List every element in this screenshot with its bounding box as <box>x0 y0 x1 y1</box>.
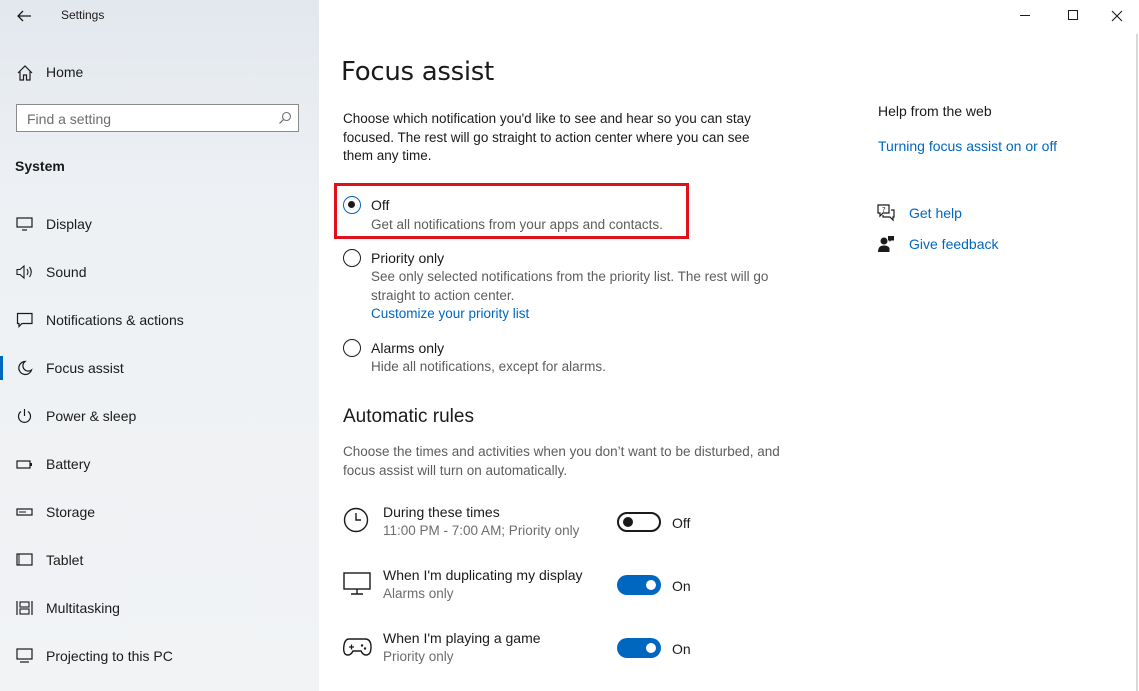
home-nav-link[interactable]: Home <box>46 64 83 80</box>
sidebar-item-label: Notifications & actions <box>46 312 184 328</box>
option-priority-only[interactable]: Priority only See only selected notifica… <box>343 248 803 324</box>
speaker-icon <box>16 264 34 280</box>
option-alarms-only[interactable]: Alarms only Hide all notifications, exce… <box>343 338 763 378</box>
battery-icon <box>16 456 34 472</box>
sidebar-item-sound[interactable]: Sound <box>0 252 319 292</box>
toggle-knob <box>646 580 656 590</box>
give-feedback-link[interactable]: Give feedback <box>909 236 999 252</box>
monitor-icon <box>343 570 371 598</box>
search-icon[interactable] <box>278 111 292 130</box>
radio-alarms-only[interactable] <box>343 339 361 357</box>
option-title: Alarms only <box>371 340 445 356</box>
close-button[interactable] <box>1093 0 1139 32</box>
customize-priority-link[interactable]: Customize your priority list <box>371 306 529 321</box>
feedback-icon <box>876 234 896 254</box>
rules-title: Automatic rules <box>343 406 474 427</box>
radio-priority-only[interactable] <box>343 249 361 267</box>
power-icon <box>16 408 34 424</box>
sidebar-item-label: Power & sleep <box>46 408 137 424</box>
app-title: Settings <box>61 8 105 22</box>
sidebar-item-battery[interactable]: Battery <box>0 444 319 484</box>
sidebar-item-power-sleep[interactable]: Power & sleep <box>0 396 319 436</box>
intro-text: Choose which notification you'd like to … <box>343 111 751 163</box>
toggle-state-label: On <box>672 641 691 657</box>
toggle-duplicating-display[interactable] <box>617 575 661 595</box>
sidebar: Settings Home Find a setting System Disp… <box>0 0 319 691</box>
help-web-link[interactable]: Turning focus assist on or off <box>878 138 1057 154</box>
toggle-state-label: Off <box>672 515 691 531</box>
radio-off[interactable] <box>343 196 361 214</box>
page-title: Focus assist <box>341 57 494 87</box>
tablet-icon <box>16 552 34 568</box>
sidebar-item-tablet[interactable]: Tablet <box>0 540 319 580</box>
clock-icon <box>343 507 371 535</box>
sidebar-item-focus-assist[interactable]: Focus assist <box>0 348 319 388</box>
radio-selected-dot <box>348 201 355 208</box>
rules-desc: Choose the times and activities when you… <box>343 444 780 478</box>
sidebar-item-label: Multitasking <box>46 600 120 616</box>
sidebar-item-storage[interactable]: Storage <box>0 492 319 532</box>
project-icon <box>16 648 34 664</box>
sidebar-item-label: Storage <box>46 504 96 520</box>
sidebar-item-display[interactable]: Display <box>0 204 319 244</box>
multitasking-icon <box>16 600 34 616</box>
search-input[interactable]: Find a setting <box>27 111 111 127</box>
get-help-link[interactable]: Get help <box>909 205 962 221</box>
display-icon <box>16 216 34 232</box>
search-box[interactable]: Find a setting <box>16 104 299 132</box>
rule-title: When I'm duplicating my display <box>383 567 583 583</box>
sidebar-item-label: Tablet <box>46 552 84 568</box>
back-arrow-icon[interactable] <box>14 6 34 26</box>
option-desc: See only selected notifications from the… <box>371 269 769 303</box>
moon-icon <box>16 360 34 376</box>
scrollbar[interactable] <box>1136 34 1138 691</box>
sidebar-item-notifications[interactable]: Notifications & actions <box>0 300 319 340</box>
main-content: Focus assist Choose which notification y… <box>319 0 1139 691</box>
help-title: Help from the web <box>878 103 992 119</box>
notification-icon <box>16 312 34 328</box>
sidebar-item-label: Display <box>46 216 92 232</box>
gamepad-icon <box>342 633 372 661</box>
toggle-knob <box>623 517 633 527</box>
rule-title: When I'm playing a game <box>383 630 541 646</box>
toggle-during-times[interactable] <box>617 512 661 532</box>
selected-indicator <box>0 356 3 380</box>
rule-sub: Alarms only <box>383 586 454 601</box>
sidebar-item-label: Focus assist <box>46 360 124 376</box>
rule-title: During these times <box>383 504 500 520</box>
option-title: Off <box>371 197 390 213</box>
toggle-playing-game[interactable] <box>617 638 661 658</box>
option-desc: Get all notifications from your apps and… <box>371 217 663 232</box>
minimize-button[interactable] <box>1002 0 1048 32</box>
sidebar-item-label: Sound <box>46 264 87 280</box>
option-title: Priority only <box>371 250 445 266</box>
toggle-knob <box>646 643 656 653</box>
sidebar-item-label: Battery <box>46 456 91 472</box>
minimize-icon <box>1020 15 1030 16</box>
home-icon <box>16 64 34 87</box>
section-title: System <box>15 158 65 174</box>
storage-icon <box>16 504 34 520</box>
toggle-state-label: On <box>672 578 691 594</box>
option-desc: Hide all notifications, except for alarm… <box>371 359 606 374</box>
close-icon <box>1111 9 1123 27</box>
sidebar-item-label: Projecting to this PC <box>46 648 173 664</box>
sidebar-item-multitasking[interactable]: Multitasking <box>0 588 319 628</box>
maximize-icon <box>1068 10 1078 20</box>
sidebar-item-projecting[interactable]: Projecting to this PC <box>0 636 319 676</box>
option-off[interactable]: Off Get all notifications from your apps… <box>343 195 763 235</box>
rule-sub: 11:00 PM - 7:00 AM; Priority only <box>383 523 580 538</box>
get-help-icon: ? <box>876 203 896 223</box>
svg-text:?: ? <box>882 206 886 214</box>
rule-sub: Priority only <box>383 649 454 664</box>
maximize-button[interactable] <box>1050 0 1096 32</box>
